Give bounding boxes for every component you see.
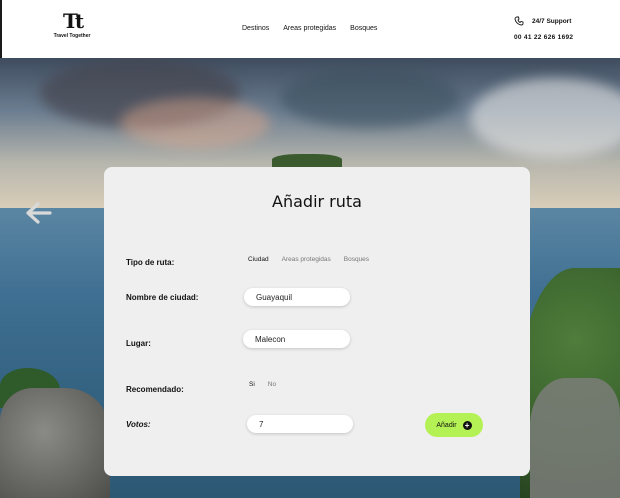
lugar-input[interactable]	[243, 330, 350, 348]
add-route-card: Añadir ruta Tipo de ruta: Ciudad Areas p…	[104, 167, 530, 476]
nav-bosques[interactable]: Bosques	[350, 25, 377, 32]
recomendado-options: Si No	[249, 381, 276, 388]
rocks-left	[0, 388, 110, 498]
tipo-option-bosques[interactable]: Bosques	[344, 256, 369, 263]
tipo-options: Ciudad Areas protegidas Bosques	[248, 256, 369, 263]
island	[272, 154, 342, 168]
top-header: Tt Travel Together Destinos Areas proteg…	[0, 0, 620, 58]
cloud	[280, 68, 460, 128]
votos-label: Votos:	[126, 420, 151, 429]
votos-input[interactable]	[247, 415, 353, 433]
nav-areas-protegidas[interactable]: Areas protegidas	[283, 25, 336, 32]
plus-icon: +	[462, 420, 472, 430]
phone-icon	[514, 16, 524, 26]
add-button[interactable]: Añadir +	[425, 413, 483, 437]
support-phone[interactable]: 00 41 22 626 1692	[514, 34, 614, 41]
cloud	[120, 98, 270, 148]
recomendado-option-no[interactable]: No	[268, 381, 276, 388]
nav-destinos[interactable]: Destinos	[242, 25, 269, 32]
rock-right	[530, 378, 620, 498]
recomendado-label: Recomendado:	[126, 385, 184, 394]
ciudad-input[interactable]	[244, 288, 350, 306]
logo[interactable]: Tt Travel Together	[52, 10, 92, 39]
ciudad-label: Nombre de ciudad:	[126, 293, 199, 302]
card-title: Añadir ruta	[272, 192, 362, 211]
support-info: 24/7 Support 00 41 22 626 1692	[514, 16, 614, 41]
arrow-left-icon[interactable]	[24, 201, 52, 225]
tipo-option-ciudad[interactable]: Ciudad	[248, 256, 269, 263]
lugar-label: Lugar:	[126, 339, 151, 348]
tipo-label: Tipo de ruta:	[126, 258, 175, 267]
support-label: 24/7 Support	[532, 17, 572, 25]
tipo-option-areas[interactable]: Areas protegidas	[282, 256, 331, 263]
logo-text: Travel Together	[53, 33, 91, 39]
add-button-label: Añadir	[436, 421, 457, 429]
logo-mark: Tt	[62, 9, 84, 33]
recomendado-option-si[interactable]: Si	[249, 381, 255, 388]
main-nav: Destinos Areas protegidas Bosques	[242, 25, 377, 32]
